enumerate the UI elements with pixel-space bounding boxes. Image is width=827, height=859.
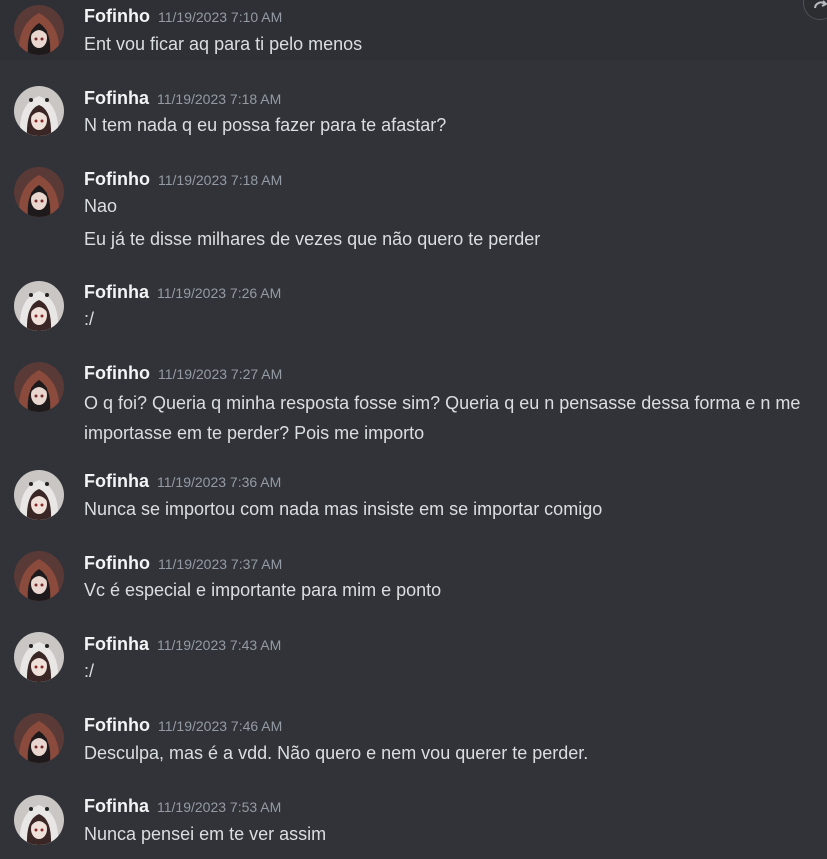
timestamp[interactable]: 11/19/2023 7:36 AM [157,474,281,490]
timestamp[interactable]: 11/19/2023 7:18 AM [158,172,282,188]
timestamp[interactable]: 11/19/2023 7:18 AM [157,91,281,107]
timestamp[interactable]: 11/19/2023 7:27 AM [158,366,282,382]
message-text: Nunca pensei em te ver assim [84,824,327,844]
avatar-fofinho[interactable] [14,5,64,55]
avatar-fofinha[interactable] [14,795,64,845]
message-text: Nunca se importou com nada mas insiste e… [84,499,603,519]
username[interactable]: Fofinha [84,282,149,302]
timestamp[interactable]: 11/19/2023 7:53 AM [157,799,281,815]
avatar-fofinha[interactable] [14,86,64,136]
timestamp[interactable]: 11/19/2023 7:43 AM [157,637,281,653]
message-text: Vc é especial e importante para mim e po… [84,580,442,600]
username[interactable]: Fofinho [84,553,150,573]
message-text: N tem nada q eu possa fazer para te afas… [84,115,447,135]
username[interactable]: Fofinha [84,634,149,654]
avatar-fofinho[interactable] [14,713,64,763]
message-text: Ent vou ficar aq para ti pelo menos [84,34,363,54]
timestamp[interactable]: 11/19/2023 7:10 AM [158,9,282,25]
timestamp[interactable]: 11/19/2023 7:46 AM [158,718,282,734]
message-text: :/ [84,661,95,681]
avatar-fofinha[interactable] [14,632,64,682]
username[interactable]: Fofinho [84,363,150,383]
username[interactable]: Fofinha [84,471,149,491]
avatar-fofinha[interactable] [14,470,64,520]
timestamp[interactable]: 11/19/2023 7:26 AM [157,285,281,301]
message-text: O q foi? Queria q minha resposta fosse s… [84,393,801,443]
avatar-fofinho[interactable] [14,551,64,601]
avatar-fofinho[interactable] [14,362,64,412]
avatar-fofinha[interactable] [14,281,64,331]
message-text: Nao [84,196,118,216]
username[interactable]: Fofinho [84,6,150,26]
timestamp[interactable]: 11/19/2023 7:37 AM [158,556,282,572]
message-text: Eu já te disse milhares de vezes que não… [84,229,541,249]
message-text: :/ [84,309,95,329]
username[interactable]: Fofinha [84,796,149,816]
username[interactable]: Fofinho [84,169,150,189]
avatar-fofinho[interactable] [14,167,64,217]
username[interactable]: Fofinho [84,715,150,735]
message-text: Desculpa, mas é a vdd. Não quero e nem v… [84,743,589,763]
username[interactable]: Fofinha [84,88,149,108]
